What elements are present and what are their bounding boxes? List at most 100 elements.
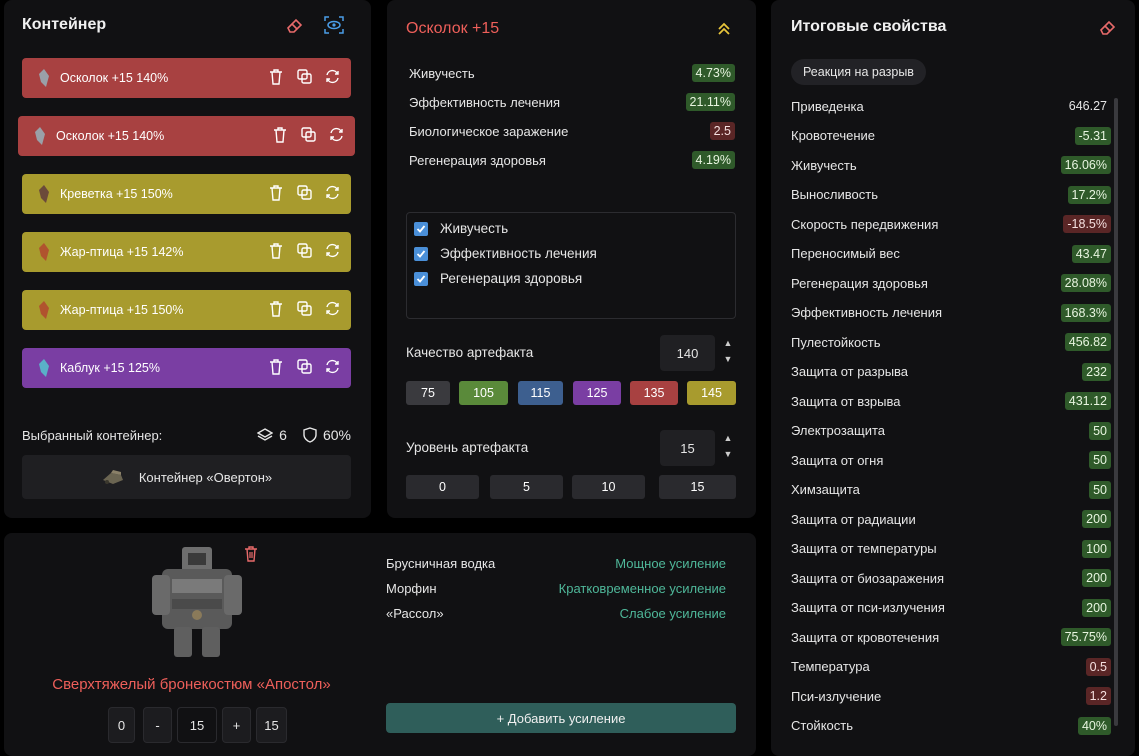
chevron-up-icon[interactable]: ▲ xyxy=(724,433,733,443)
artifact-icon xyxy=(34,183,54,205)
checkmark-icon[interactable] xyxy=(414,221,428,236)
eraser-icon[interactable] xyxy=(1099,18,1117,36)
scrollbar[interactable] xyxy=(1114,98,1118,726)
shield-icon xyxy=(303,427,317,443)
stat-name: Эффективность лечения xyxy=(409,94,561,110)
property-row: Защита от разрыва 232 xyxy=(791,360,1111,384)
property-value: 232 xyxy=(1082,362,1111,381)
refresh-icon[interactable] xyxy=(329,127,345,143)
eye-scan-icon[interactable] xyxy=(324,16,344,34)
quality-preset-button[interactable]: 135 xyxy=(630,381,678,405)
boost-row[interactable]: Морфин Кратковременное усиление xyxy=(386,581,726,596)
refresh-icon[interactable] xyxy=(325,243,341,259)
quality-input[interactable]: 140 xyxy=(660,335,715,371)
property-row: Кровотечение -5.31 xyxy=(791,124,1111,148)
trash-icon[interactable] xyxy=(269,69,285,85)
level-stepper[interactable]: ▲ ▼ xyxy=(722,433,734,459)
container-name: Контейнер «Овертон» xyxy=(138,469,273,485)
level-max-field[interactable]: 15 xyxy=(256,707,287,743)
reaction-chip[interactable]: Реакция на разрыв xyxy=(791,59,926,85)
level-preset-button[interactable]: 5 xyxy=(490,475,563,499)
trash-icon[interactable] xyxy=(269,243,285,259)
quality-preset-button[interactable]: 75 xyxy=(406,381,450,405)
trash-icon[interactable] xyxy=(273,127,289,143)
stat-checkbox[interactable]: Регенерация здоровья xyxy=(414,271,582,286)
container-select-button[interactable]: Контейнер «Овертон» xyxy=(22,455,351,499)
refresh-icon[interactable] xyxy=(325,301,341,317)
property-row: Скорость передвижения -18.5% xyxy=(791,212,1111,236)
property-name: Защита от температуры xyxy=(791,541,937,556)
property-name: Живучесть xyxy=(791,157,857,173)
property-row: Защита от пси-излучения 200 xyxy=(791,596,1111,620)
selected-container-label: Выбранный контейнер: xyxy=(22,427,163,443)
property-row: Защита от биозаражения 200 xyxy=(791,566,1111,590)
chevron-down-icon[interactable]: ▼ xyxy=(724,354,733,364)
refresh-icon[interactable] xyxy=(325,359,341,375)
artifact-row[interactable]: Осколок +15 140% xyxy=(18,116,355,156)
decrement-button[interactable]: - xyxy=(143,707,172,743)
quality-preset-button[interactable]: 145 xyxy=(687,381,736,405)
eraser-icon[interactable] xyxy=(286,16,304,34)
artifact-label: Жар-птица +15 142% xyxy=(60,245,184,259)
trash-icon[interactable] xyxy=(269,359,285,375)
copy-icon[interactable] xyxy=(297,69,313,85)
boost-row[interactable]: Брусничная водка Мощное усиление xyxy=(386,556,726,571)
property-value: 200 xyxy=(1082,510,1111,528)
stat-checkbox[interactable]: Эффективность лечения xyxy=(414,246,597,261)
chevron-up-icon[interactable]: ▲ xyxy=(724,338,733,348)
refresh-icon[interactable] xyxy=(325,185,341,201)
level-input[interactable]: 15 xyxy=(660,430,715,466)
suit-level-input[interactable]: 15 xyxy=(177,707,217,743)
artifact-row[interactable]: Жар-птица +15 150% xyxy=(22,290,351,330)
copy-icon[interactable] xyxy=(301,127,317,143)
copy-icon[interactable] xyxy=(297,243,313,259)
quality-label: Качество артефакта xyxy=(406,345,534,360)
artifact-row[interactable]: Каблук +15 125% xyxy=(22,348,351,388)
stat-name: Регенерация здоровья xyxy=(409,152,546,168)
property-value: 50 xyxy=(1089,421,1111,440)
trash-icon[interactable] xyxy=(244,546,258,562)
trash-icon[interactable] xyxy=(269,185,285,201)
trash-icon[interactable] xyxy=(269,301,285,317)
property-row: Химзащита 50 xyxy=(791,478,1111,502)
property-value: 200 xyxy=(1082,598,1111,617)
copy-icon[interactable] xyxy=(297,301,313,317)
level-preset-button[interactable]: 10 xyxy=(572,475,645,499)
artifact-row[interactable]: Осколок +15 140% xyxy=(22,58,351,98)
level-min-field[interactable]: 0 xyxy=(108,707,135,743)
property-row: Переносимый вес 43.47 xyxy=(791,242,1111,266)
chevron-down-icon[interactable]: ▼ xyxy=(724,449,733,459)
artifact-row[interactable]: Креветка +15 150% xyxy=(22,174,351,214)
stat-checkbox[interactable]: Живучесть xyxy=(414,221,508,236)
property-name: Химзащита xyxy=(791,482,860,497)
quality-preset-button[interactable]: 105 xyxy=(459,381,508,405)
level-preset-button[interactable]: 15 xyxy=(659,475,736,499)
copy-icon[interactable] xyxy=(297,359,313,375)
refresh-icon[interactable] xyxy=(325,69,341,85)
copy-icon[interactable] xyxy=(297,185,313,201)
level-preset-button[interactable]: 0 xyxy=(406,475,479,499)
add-boost-button[interactable]: + Добавить усиление xyxy=(386,703,736,733)
artifact-icon xyxy=(34,67,54,89)
artifact-icon xyxy=(30,125,50,147)
slots-count: 6 xyxy=(279,427,287,443)
increment-button[interactable]: + xyxy=(222,707,251,743)
chevrons-up-icon[interactable] xyxy=(717,22,731,36)
artifact-stat-row: Живучесть 4.73% xyxy=(409,62,735,84)
checkmark-icon[interactable] xyxy=(414,271,428,286)
stat-name: Биологическое заражение xyxy=(409,123,569,139)
boost-row[interactable]: «Рассол» Слабое усиление xyxy=(386,606,726,621)
total-properties-panel: Итоговые свойства Реакция на разрыв Прив… xyxy=(771,0,1135,756)
artifact-label: Осколок +15 140% xyxy=(56,129,165,143)
selected-container-row: Выбранный контейнер: 6 60% xyxy=(22,427,351,443)
quality-preset-button[interactable]: 125 xyxy=(573,381,621,405)
checkbox-label: Регенерация здоровья xyxy=(440,271,583,286)
property-value: 168.3% xyxy=(1060,303,1111,322)
artifact-row[interactable]: Жар-птица +15 142% xyxy=(22,232,351,272)
quality-stepper[interactable]: ▲ ▼ xyxy=(722,338,734,364)
quality-preset-button[interactable]: 115 xyxy=(518,381,563,405)
protection-value: 60% xyxy=(322,427,351,443)
property-name: Защита от огня xyxy=(791,452,884,468)
property-row: Температура 0.5 xyxy=(791,655,1111,679)
checkmark-icon[interactable] xyxy=(414,246,428,261)
